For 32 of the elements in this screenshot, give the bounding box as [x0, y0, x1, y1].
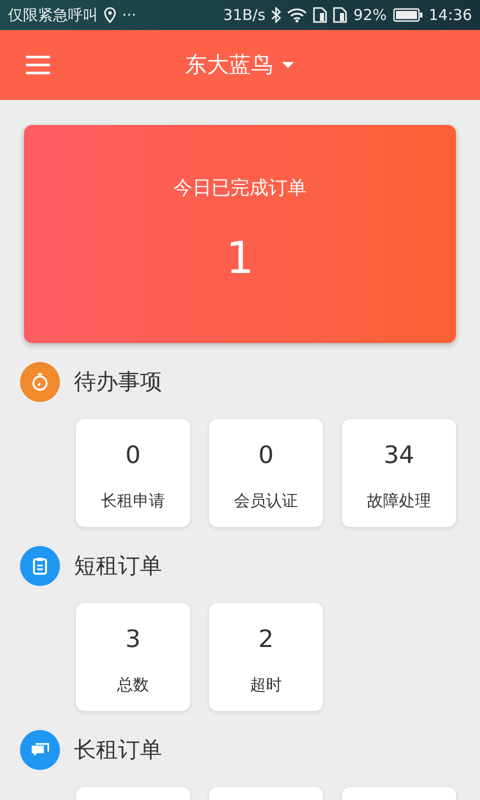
stat-label: 总数 [117, 675, 149, 696]
wifi-icon [287, 7, 308, 23]
sim-card-icon [333, 7, 348, 23]
stat-value: 2 [258, 625, 274, 653]
location-icon [104, 7, 116, 23]
stat-value: 3 [125, 625, 141, 653]
stat-tile[interactable]: 0 长租申请 [76, 419, 190, 527]
stat-value: 34 [384, 441, 414, 469]
stat-label: 会员认证 [234, 491, 298, 512]
stat-value: 0 [258, 441, 274, 469]
battery-icon [392, 8, 423, 22]
clock-text: 14:36 [428, 6, 472, 24]
stat-tile[interactable]: 2 超时 [209, 603, 323, 711]
summary-label: 今日已完成订单 [174, 176, 306, 201]
bluetooth-icon [271, 7, 282, 23]
stat-label: 超时 [250, 675, 282, 696]
speed-text: 31B/s [223, 6, 266, 24]
sim-card-icon [313, 7, 328, 23]
section-title: 长租订单 [74, 737, 162, 765]
section-title: 短租订单 [74, 553, 162, 581]
stat-label: 长租申请 [101, 491, 165, 512]
battery-percent: 92% [353, 6, 387, 24]
summary-value: 1 [226, 233, 254, 284]
stat-tile[interactable]: 3 总数 [76, 603, 190, 711]
caret-icon [281, 61, 295, 69]
stat-tile[interactable]: 0 会员认证 [209, 419, 323, 527]
stat-tile[interactable]: 34 故障处理 [342, 419, 456, 527]
carrier-text: 仅限紧急呼叫 [8, 6, 98, 24]
stat-label: 故障处理 [367, 491, 431, 512]
more-text: ··· [122, 6, 136, 24]
section-title: 待办事项 [74, 369, 162, 397]
stat-value: 0 [125, 441, 141, 469]
